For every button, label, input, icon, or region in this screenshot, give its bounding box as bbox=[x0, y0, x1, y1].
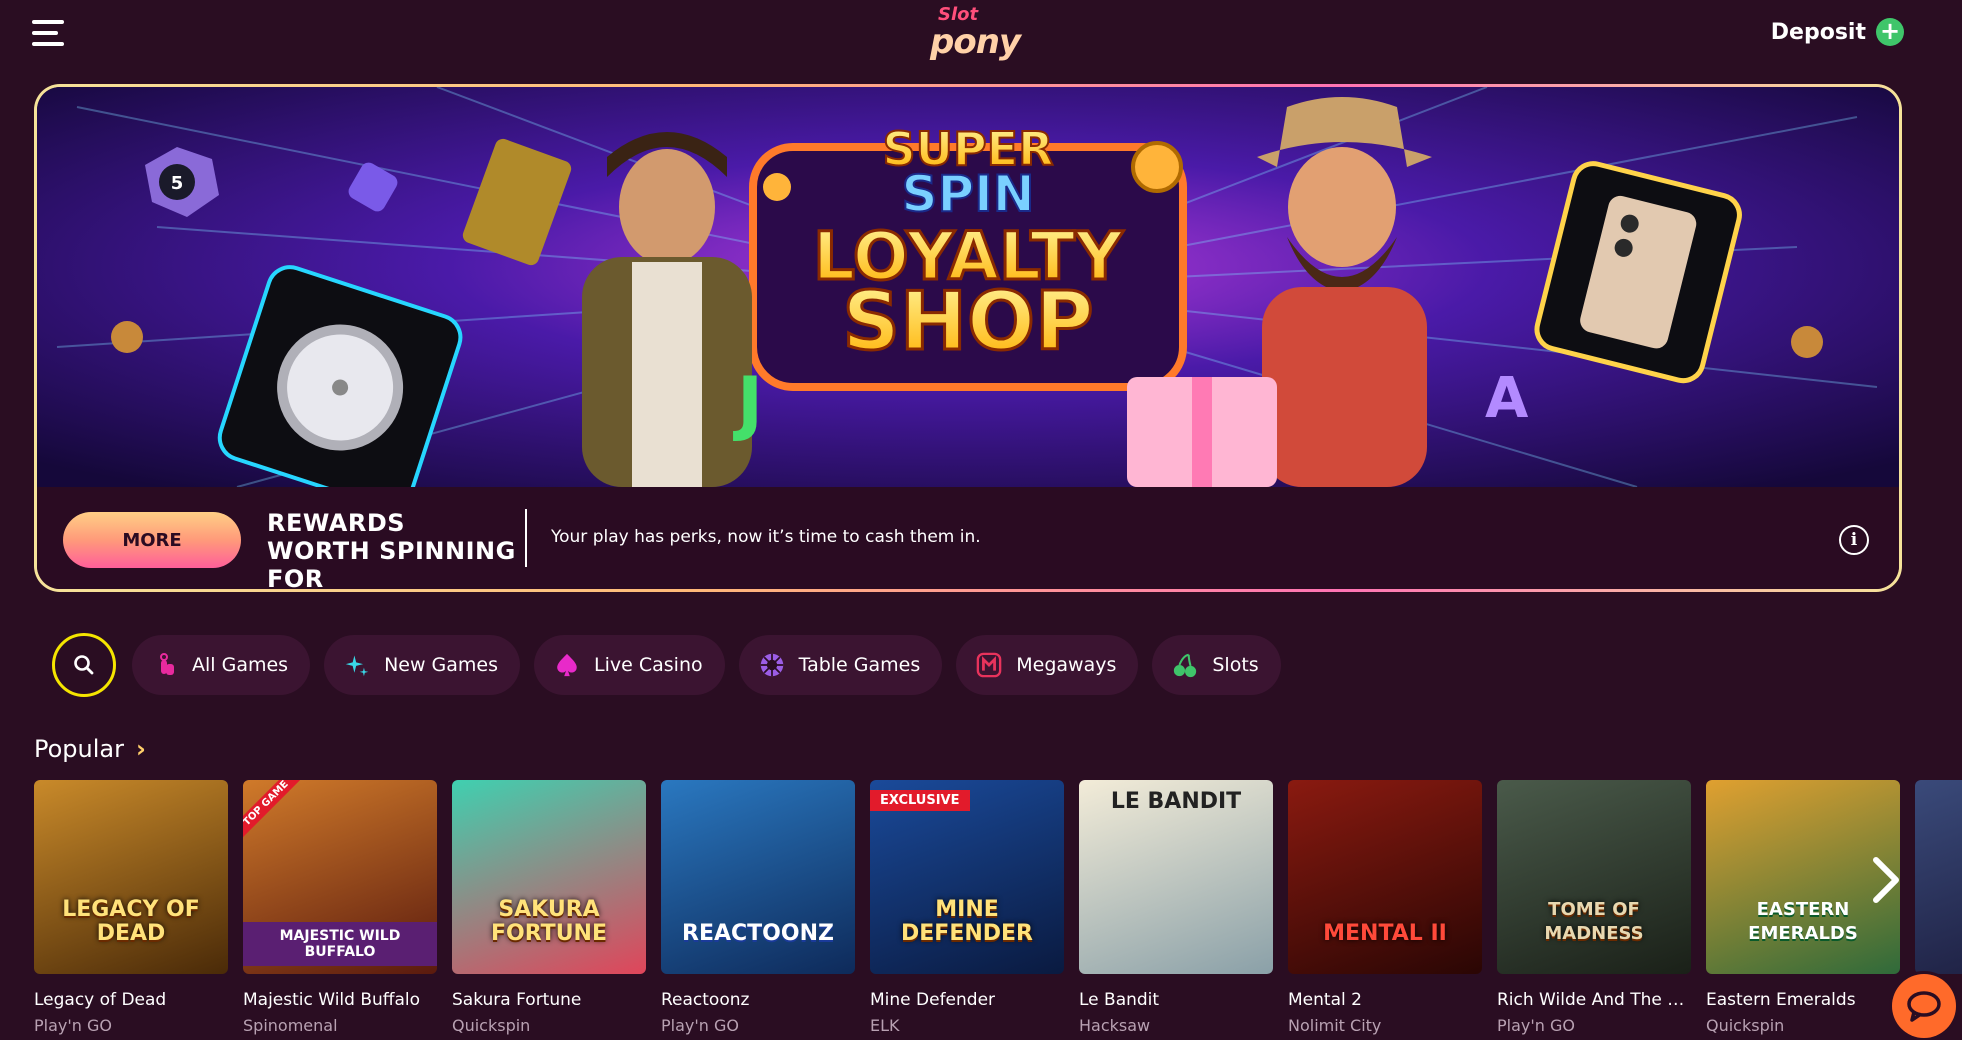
game-provider: Nolimit City bbox=[1288, 1016, 1382, 1035]
game-provider: ELK bbox=[870, 1016, 900, 1035]
banner-art-spin: SPIN bbox=[901, 165, 1034, 223]
game-name[interactable]: Sakura Fortune bbox=[452, 990, 646, 1010]
game-provider: Play'n GO bbox=[661, 1016, 739, 1035]
game-name[interactable]: Rich Wilde And The To... bbox=[1497, 990, 1691, 1010]
plus-icon: + bbox=[1876, 18, 1904, 46]
category-all-games[interactable]: All Games bbox=[132, 635, 311, 695]
banner-art-shop: SHOP bbox=[842, 275, 1093, 368]
roulette-icon bbox=[759, 652, 785, 678]
game-name[interactable]: Majestic Wild Buffalo bbox=[243, 990, 437, 1010]
game-thumb-title: LEGACY OF DEAD bbox=[62, 897, 200, 946]
game-provider: Hacksaw bbox=[1079, 1016, 1151, 1035]
hand-tap-icon bbox=[152, 652, 178, 678]
game-name[interactable]: Reactoonz bbox=[661, 990, 855, 1010]
game-thumbnail[interactable]: TOME OF MADNESS bbox=[1497, 780, 1691, 974]
game-name[interactable]: Le Bandit bbox=[1079, 990, 1273, 1010]
megaways-icon bbox=[976, 652, 1002, 678]
popular-games-row: LEGACY OF DEAD Legacy of Dead Play'n GO … bbox=[34, 780, 1962, 1040]
game-thumb-title: MINE DEFENDER bbox=[901, 897, 1033, 946]
chat-button[interactable] bbox=[1892, 974, 1956, 1038]
promo-banner: SUPER SPIN LOYALTY SHOP J A 5 MORE REWAR… bbox=[34, 84, 1902, 592]
game-thumbnail[interactable]: LE BANDIT bbox=[1079, 780, 1273, 974]
game-thumbnail[interactable]: SAKURA FORTUNE bbox=[452, 780, 646, 974]
game-thumb-title: SAKURA FORTUNE bbox=[491, 897, 607, 946]
game-thumbnail[interactable]: EXCLUSIVE MINE DEFENDER bbox=[870, 780, 1064, 974]
game-provider: Quickspin bbox=[452, 1016, 531, 1035]
more-button[interactable]: MORE bbox=[63, 512, 241, 568]
game-thumbnail[interactable]: LEGACY OF DEAD bbox=[34, 780, 228, 974]
promo-description: Your play has perks, now it’s time to ca… bbox=[551, 527, 981, 547]
promo-bar: MORE REWARDS WORTH SPINNING FOR Your pla… bbox=[37, 487, 1899, 589]
category-label: New Games bbox=[384, 654, 499, 676]
game-card[interactable]: LE BANDIT Le Bandit Hacksaw bbox=[1079, 780, 1273, 1035]
game-name[interactable]: Eastern Emeralds bbox=[1706, 990, 1900, 1010]
game-thumb-title: MAJESTIC WILD BUFFALO bbox=[243, 922, 437, 966]
top-bar: Slot pony Deposit + bbox=[0, 0, 1962, 72]
game-card[interactable]: MENTAL II Mental 2 Nolimit City bbox=[1288, 780, 1482, 1035]
game-name[interactable]: Mental 2 bbox=[1288, 990, 1482, 1010]
game-card[interactable]: TOP GAME MAJESTIC WILD BUFFALO Majestic … bbox=[243, 780, 437, 1035]
game-card[interactable]: REACTOONZ Reactoonz Play'n GO bbox=[661, 780, 855, 1035]
game-provider: Play'n GO bbox=[1497, 1016, 1575, 1035]
game-name[interactable]: Mine Defender bbox=[870, 990, 1064, 1010]
exclusive-badge: EXCLUSIVE bbox=[870, 790, 970, 811]
game-thumb-title: LE BANDIT bbox=[1110, 789, 1242, 814]
section-title: Popular bbox=[34, 735, 124, 763]
game-thumb-title: MENTAL II bbox=[1323, 921, 1447, 946]
game-card[interactable]: SAKURA FORTUNE Sakura Fortune Quickspin bbox=[452, 780, 646, 1035]
sparkles-icon bbox=[344, 652, 370, 678]
carousel-next-button[interactable] bbox=[1856, 850, 1916, 910]
cherries-icon bbox=[1172, 652, 1198, 678]
top-game-badge: TOP GAME bbox=[243, 780, 304, 841]
game-provider: Spinomenal bbox=[243, 1016, 338, 1035]
category-label: Megaways bbox=[1016, 654, 1117, 676]
category-label: Table Games bbox=[798, 654, 921, 676]
game-thumb-title: TOME OF MADNESS bbox=[1544, 899, 1644, 944]
chevron-right-icon bbox=[1873, 857, 1899, 903]
game-card-partial[interactable] bbox=[1915, 780, 1962, 974]
game-card[interactable]: EXCLUSIVE MINE DEFENDER Mine Defender EL… bbox=[870, 780, 1064, 1035]
category-new-games[interactable]: New Games bbox=[324, 635, 521, 695]
game-card[interactable]: TOME OF MADNESS Rich Wilde And The To...… bbox=[1497, 780, 1691, 1035]
game-name[interactable]: Legacy of Dead bbox=[34, 990, 228, 1010]
category-label: Live Casino bbox=[594, 654, 703, 676]
category-slots[interactable]: Slots bbox=[1152, 635, 1281, 695]
game-thumbnail[interactable] bbox=[1915, 780, 1962, 974]
category-live-casino[interactable]: Live Casino bbox=[534, 635, 725, 695]
svg-text:A: A bbox=[1485, 366, 1529, 431]
banner-artwork[interactable]: SUPER SPIN LOYALTY SHOP J A 5 bbox=[37, 87, 1899, 487]
game-card[interactable]: LEGACY OF DEAD Legacy of Dead Play'n GO bbox=[34, 780, 228, 1035]
logo-text-bottom: pony bbox=[930, 22, 1021, 62]
popular-header[interactable]: Popular › bbox=[34, 735, 146, 763]
category-label: All Games bbox=[192, 654, 289, 676]
promo-title: REWARDS WORTH SPINNING FOR bbox=[267, 509, 516, 589]
game-thumbnail[interactable]: TOP GAME MAJESTIC WILD BUFFALO bbox=[243, 780, 437, 974]
chat-icon bbox=[1907, 991, 1941, 1022]
logo[interactable]: Slot pony bbox=[920, 2, 1021, 68]
category-label: Slots bbox=[1212, 654, 1259, 676]
category-table-games[interactable]: Table Games bbox=[738, 635, 943, 695]
menu-icon[interactable] bbox=[32, 18, 68, 48]
promo-divider bbox=[525, 509, 527, 567]
game-provider: Play'n GO bbox=[34, 1016, 112, 1035]
info-icon[interactable]: i bbox=[1839, 525, 1869, 555]
svg-text:J: J bbox=[733, 362, 763, 444]
deposit-button[interactable]: Deposit + bbox=[1771, 18, 1904, 46]
game-thumbnail[interactable]: MENTAL II bbox=[1288, 780, 1482, 974]
spade-icon bbox=[554, 652, 580, 678]
game-thumbnail[interactable]: REACTOONZ bbox=[661, 780, 855, 974]
category-megaways[interactable]: Megaways bbox=[956, 635, 1139, 695]
deposit-label: Deposit bbox=[1770, 19, 1866, 45]
svg-text:5: 5 bbox=[171, 173, 184, 194]
game-provider: Quickspin bbox=[1706, 1016, 1785, 1035]
category-filters: All Games New Games Live Casino Table Ga… bbox=[52, 633, 1281, 697]
game-thumb-title: REACTOONZ bbox=[682, 921, 834, 946]
search-button[interactable] bbox=[52, 633, 116, 697]
chevron-right-icon: › bbox=[136, 735, 146, 763]
search-icon bbox=[74, 655, 94, 675]
